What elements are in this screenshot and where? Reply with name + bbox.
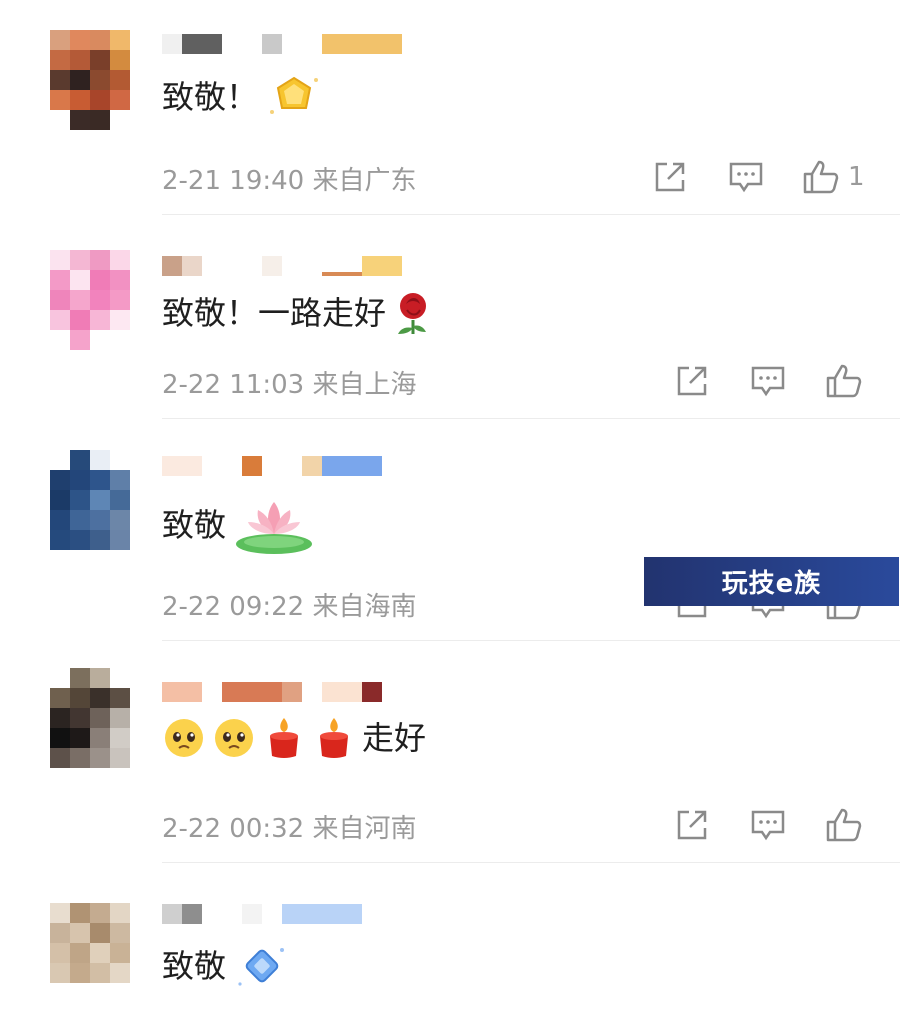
comment-actions: 1 bbox=[614, 157, 865, 197]
like-button[interactable]: 1 bbox=[802, 157, 865, 197]
comment-location: 来自河南 bbox=[312, 814, 417, 844]
comment-icon bbox=[751, 366, 785, 397]
like-button[interactable] bbox=[824, 805, 864, 845]
comment-location: 来自海南 bbox=[312, 592, 417, 622]
pleading-face-icon bbox=[165, 719, 203, 757]
comment-time: 2-22 11:03 bbox=[162, 370, 305, 400]
comment-text: 致敬！一路走好 bbox=[162, 290, 434, 336]
comment-location: 来自上海 bbox=[312, 370, 417, 400]
comment-time: 2-22 09:22 bbox=[162, 592, 305, 622]
divider bbox=[162, 862, 900, 863]
thumb-up-icon bbox=[826, 808, 862, 842]
like-button[interactable] bbox=[824, 361, 864, 401]
username-blurred[interactable] bbox=[162, 34, 402, 54]
diamond-emoji-icon bbox=[238, 948, 285, 986]
rose-emoji-icon bbox=[398, 293, 427, 334]
username-blurred[interactable] bbox=[162, 256, 402, 276]
candle-icon bbox=[320, 718, 348, 758]
comment-meta: 2-22 00:32 来自河南 bbox=[162, 808, 416, 845]
share-button[interactable] bbox=[650, 157, 690, 197]
divider bbox=[162, 640, 900, 641]
like-count: 1 bbox=[848, 162, 865, 192]
username-blurred[interactable] bbox=[162, 682, 382, 702]
comment-text: 致敬！ bbox=[162, 72, 324, 122]
watermark-banner: 玩技e族 bbox=[644, 557, 899, 606]
comment-icon bbox=[751, 810, 785, 841]
thumb-up-icon bbox=[803, 160, 839, 194]
comment-icon bbox=[729, 162, 763, 193]
comment-text: 致敬 bbox=[162, 940, 292, 992]
comment-meta: 2-22 11:03 来自上海 bbox=[162, 364, 416, 401]
comment-location: 来自广东 bbox=[312, 166, 417, 196]
username-blurred[interactable] bbox=[162, 904, 362, 924]
avatar[interactable] bbox=[50, 250, 130, 350]
avatar[interactable] bbox=[50, 903, 130, 1003]
reply-button[interactable] bbox=[726, 157, 766, 197]
reply-button[interactable] bbox=[748, 805, 788, 845]
share-icon bbox=[677, 810, 707, 840]
comment-actions bbox=[636, 805, 864, 845]
comment-time: 2-21 19:40 bbox=[162, 166, 305, 196]
avatar[interactable] bbox=[50, 668, 130, 768]
divider bbox=[162, 418, 900, 419]
comment-actions bbox=[636, 361, 864, 401]
share-icon bbox=[677, 366, 707, 396]
share-icon bbox=[655, 162, 685, 192]
lotus-emoji-icon bbox=[236, 502, 313, 554]
avatar[interactable] bbox=[50, 30, 130, 130]
candle-icon bbox=[270, 718, 298, 758]
reply-button[interactable] bbox=[748, 361, 788, 401]
comment-meta: 2-22 09:22 来自海南 bbox=[162, 586, 416, 623]
comment-text: 致敬 bbox=[162, 494, 316, 556]
share-button[interactable] bbox=[672, 361, 712, 401]
username-blurred[interactable] bbox=[162, 456, 382, 476]
comment-text: 走好 bbox=[162, 716, 426, 760]
share-button[interactable] bbox=[672, 805, 712, 845]
comment-meta: 2-21 19:40 来自广东 bbox=[162, 160, 416, 197]
pleading-face-icon bbox=[215, 719, 253, 757]
divider bbox=[162, 214, 900, 215]
avatar[interactable] bbox=[50, 450, 130, 550]
medal-emoji-icon bbox=[270, 76, 319, 114]
thumb-up-icon bbox=[826, 364, 862, 398]
comment-time: 2-22 00:32 bbox=[162, 814, 305, 844]
